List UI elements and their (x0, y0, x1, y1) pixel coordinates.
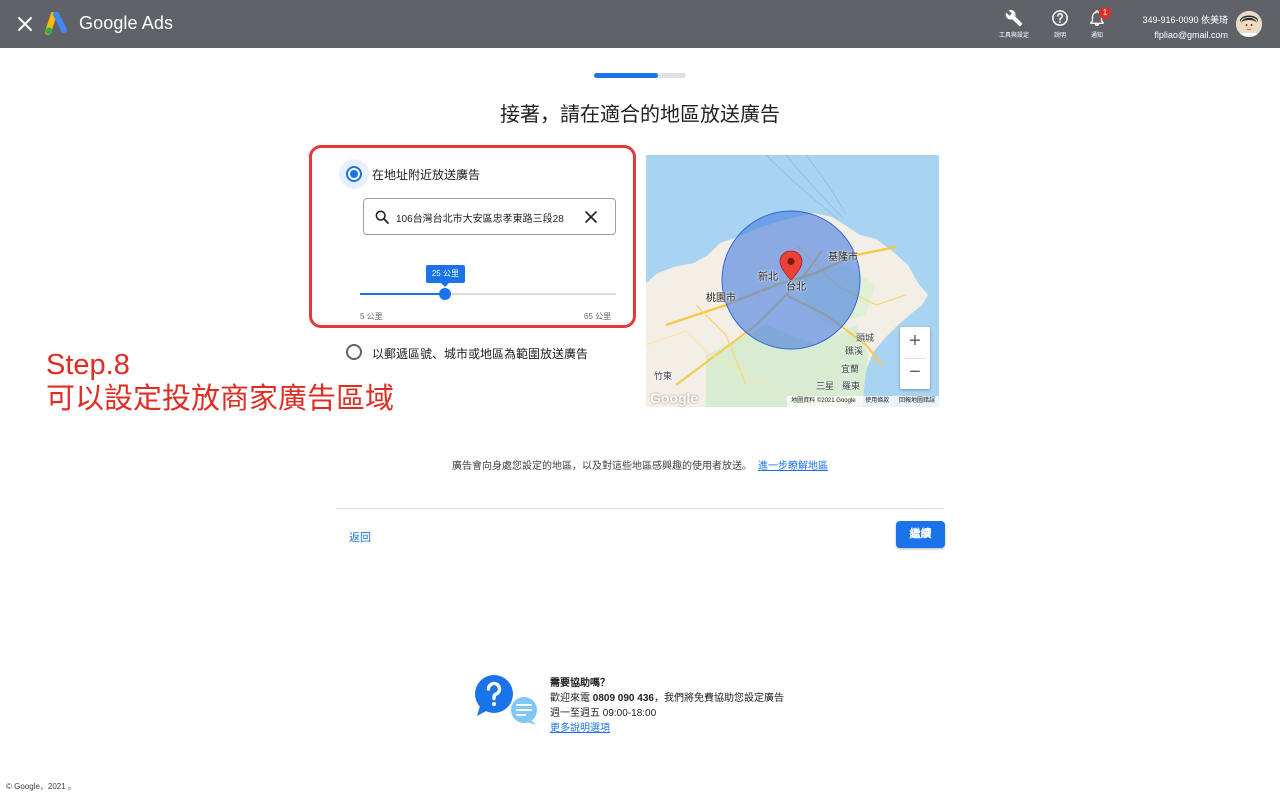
account-email: flpliao@gmail.com (1154, 30, 1228, 40)
help-phone-suffix: ，我們將免費協助您設定廣告 (653, 693, 784, 704)
help-phone-prefix: 歡迎來電 (550, 693, 590, 704)
map-label-taoyuan: 桃園市 (706, 293, 736, 304)
location-map[interactable]: 基隆市 新北 台北 桃園市 頭城 礁溪 宜蘭 竹東 三星 羅東 + − Goog… (646, 155, 939, 407)
radius-slider-fill (360, 293, 446, 295)
map-label-zhudong: 竹東 (654, 371, 673, 381)
help-circle-icon (1052, 10, 1068, 26)
help-phone-line: 歡迎來電 0809 090 436，我們將免費協助您設定廣告 (550, 691, 784, 706)
google-ads-logo[interactable] (45, 12, 71, 36)
address-search-field[interactable] (363, 198, 616, 235)
radio-nearby-address[interactable] (346, 166, 362, 182)
map-zoom-control: + − (900, 327, 930, 389)
help-title: 需要協助嗎？ (550, 678, 610, 689)
wrench-icon (1005, 9, 1023, 27)
radio-nearby-address-label[interactable]: 在地址附近放送廣告 (372, 166, 480, 183)
address-input[interactable] (396, 208, 576, 226)
radio-region-label[interactable]: 以郵遞區號、城市或地區為範圍放送廣告 (372, 345, 588, 362)
location-info: 廣告會向身處您設定的地區，以及對這些地區感興趣的使用者放送。 進一步瞭解地區 (0, 457, 1280, 472)
actions-divider (336, 508, 944, 509)
radius-value-tooltip: 25 公里 (425, 265, 465, 287)
more-help-options-link[interactable]: 更多說明選項 (550, 723, 610, 734)
clear-icon[interactable] (585, 211, 597, 223)
tutorial-annotation: Step.8 可以設定投放商家廣告區域 (46, 348, 394, 416)
tools-label: 工具與設定 (998, 33, 1029, 39)
location-info-text: 廣告會向身處您設定的地區，以及對這些地區感興趣的使用者放送。 (452, 461, 752, 472)
map-label-keelung: 基隆市 (828, 252, 858, 263)
top-app-bar: Google Ads 工具與設定 說明 1 通知 349-916-0090 依美… (0, 0, 1280, 48)
map-label-luodong: 羅東 (842, 381, 861, 391)
copyright: © Google，2021 。 (6, 782, 76, 791)
map-label-newtaipei: 新北 (758, 272, 778, 283)
brand-name: Google Ads (79, 13, 174, 33)
learn-more-locations-link[interactable]: 進一步瞭解地區 (758, 461, 828, 472)
map-terms-link[interactable]: 使用條款 (865, 398, 889, 404)
help-section: 需要協助嗎？ 歡迎來電 0809 090 436，我們將免費協助您設定廣告 週一… (550, 676, 784, 736)
map-label-taipei: 台北 (786, 282, 806, 293)
radius-max-label: 65 公里 (584, 312, 612, 321)
notifications-button[interactable]: 1 通知 (1075, 7, 1119, 39)
map-attribution: 地圖資料 ©2021 Google 使用條款 回報地圖錯誤 (787, 396, 939, 407)
page-title: 接著，請在適合的地區放送廣告 (500, 104, 780, 126)
back-button[interactable]: 返回 (349, 529, 371, 545)
help-chat-illustration (475, 675, 537, 725)
help-hours: 週一至週五 09:00-18:00 (550, 708, 657, 719)
avatar[interactable] (1236, 11, 1262, 37)
zoom-divider (904, 358, 926, 359)
map-data-credit: 地圖資料 ©2021 Google (791, 398, 856, 404)
step-progress-fill (594, 73, 659, 78)
zoom-in-button[interactable]: + (900, 327, 930, 358)
continue-button[interactable]: 繼續 (896, 521, 945, 548)
map-label-yilan: 宜蘭 (841, 364, 860, 374)
account-switcher[interactable]: 349-916-0090 依美琦 flpliao@gmail.com (1142, 13, 1228, 43)
annotation-description: 可以設定投放商家廣告區域 (46, 383, 395, 415)
help-phone-number: 0809 090 436 (592, 693, 654, 704)
account-id: 349-916-0090 依美琦 (1142, 15, 1228, 25)
radius-slider[interactable] (360, 288, 616, 300)
tools-settings-button[interactable]: 工具與設定 (992, 9, 1036, 39)
google-map-watermark: Google (650, 390, 699, 406)
notifications-label: 通知 (1090, 33, 1103, 39)
map-label-jiaoxi: 礁溪 (845, 346, 864, 356)
radius-min-label: 5 公里 (360, 312, 383, 321)
map-report-error-link[interactable]: 回報地圖錯誤 (899, 398, 935, 404)
avatar-image (1236, 11, 1262, 37)
map-label-sanxing: 三星 (816, 381, 835, 391)
annotation-step: Step.8 (46, 349, 130, 381)
close-icon[interactable] (16, 15, 34, 33)
map-label-toucheng: 頭城 (856, 333, 875, 343)
search-icon (375, 210, 389, 224)
step-progress-bar (594, 73, 686, 78)
notification-badge: 1 (1099, 7, 1111, 19)
zoom-out-button[interactable]: − (900, 358, 930, 389)
